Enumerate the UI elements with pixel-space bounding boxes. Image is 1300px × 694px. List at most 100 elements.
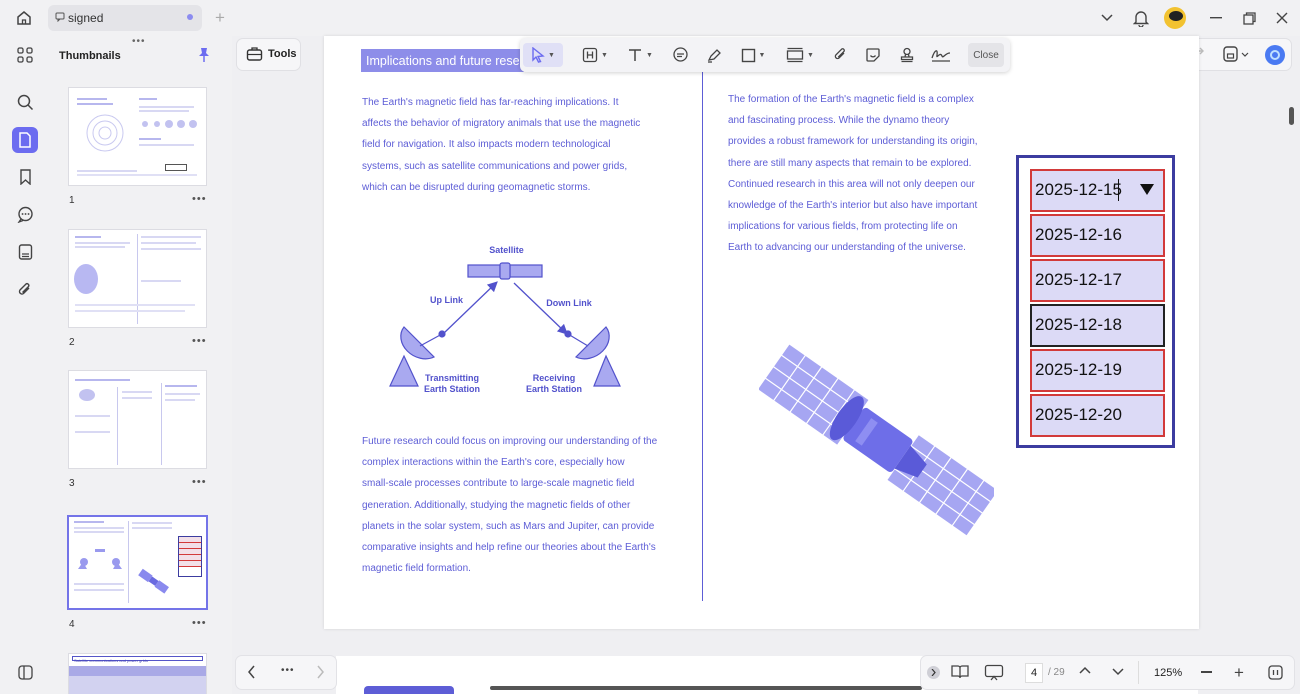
thumbnail-number: 4 [69,619,75,630]
vertical-scrollbar[interactable] [1289,107,1294,125]
comments-icon[interactable] [12,201,38,227]
thumbnail-page-1[interactable] [69,88,206,185]
tools-button[interactable]: Tools [237,39,300,70]
thumbnail-page-5[interactable]: Satellite communications and power grids [69,654,206,694]
document-tab[interactable]: signed [48,5,202,31]
horizontal-scrollbar[interactable] [490,686,922,690]
grid-icon[interactable] [12,42,38,68]
date-option[interactable]: 2025-12-17 [1030,259,1165,302]
comment-tool-icon[interactable] [668,43,692,67]
new-tab-icon[interactable]: + [210,8,230,28]
zoom-in-icon[interactable]: + [1234,664,1244,681]
thumbnail-heading: Satellite communications and power grids [74,658,148,663]
label-uplink: Up Link [430,295,463,305]
page-nav-pill: ••• [236,656,336,689]
paragraph-future-research: Future research could focus on improving… [362,436,658,575]
label-downlink: Down Link [546,298,592,308]
tab-title: signed [68,11,104,25]
heading-highlight: Implications and future rese [361,49,524,72]
dropdown-arrow-icon[interactable] [1140,184,1154,195]
thumbnails-panel: ••• Thumbnails 1 ••• 2 ••• 3 ••• 4 ••• S… [48,36,231,694]
ai-assistant-icon[interactable] [1265,45,1285,65]
thumbnail-more-icon[interactable]: ••• [192,617,207,629]
chevron-left-icon[interactable] [248,665,256,679]
thumbnail-number: 1 [69,195,75,206]
date-option[interactable]: 2025-12-16 [1030,214,1165,257]
section-heading: Implications and future rese [366,54,520,68]
date-option[interactable]: 2025-12-19 [1030,349,1165,392]
date-option[interactable]: 2025-12-18 [1030,304,1165,347]
reading-mode-icon[interactable] [951,664,969,680]
panel-title: Thumbnails [59,50,121,62]
highlighter-icon[interactable] [702,43,726,67]
fit-page-icon[interactable] [1268,665,1283,680]
form-tool-button[interactable]: ▼ [780,43,820,67]
close-toolbar-button[interactable]: Close [968,43,1004,67]
thumbnail-more-icon[interactable]: ••• [192,193,207,205]
date-option[interactable]: 2025-12-20 [1030,394,1165,437]
edit-toolbar: ▼ ▼ ▼ ▼ ▼ Close [520,38,1010,72]
date-selected-value: 2025-12-15 [1035,180,1122,199]
bell-icon[interactable] [1130,7,1152,29]
collapse-icon[interactable] [927,666,940,679]
label-receiving-station: Receiving Earth Station [525,373,582,394]
attachment-icon[interactable] [12,276,38,302]
chevron-right-icon[interactable] [316,665,324,679]
restore-icon[interactable] [1239,8,1259,28]
text-field-tool-button[interactable]: ▼ [576,43,614,67]
more-icon[interactable]: ••• [281,665,295,676]
close-window-icon[interactable] [1272,8,1292,28]
date-select-field[interactable]: 2025-12-15 [1030,169,1165,212]
date-dropdown: 2025-12-15 2025-12-16 2025-12-17 2025-12… [1016,155,1175,448]
save-icon[interactable] [1223,45,1253,65]
select-tool-button[interactable]: ▼ [523,43,563,67]
column-divider [702,41,703,601]
chevron-down-icon: ▼ [807,51,814,59]
attach-tool-icon[interactable] [828,43,852,67]
left-rail [0,36,48,694]
pin-icon[interactable] [198,47,210,63]
chevron-down-icon: ▼ [646,51,653,59]
chevron-up-icon[interactable] [1079,666,1091,674]
search-icon[interactable] [12,89,38,115]
shape-tool-button[interactable]: ▼ [734,43,772,67]
home-icon[interactable] [13,8,35,28]
chevron-down-icon: ▼ [601,51,608,59]
thumbnail-number: 2 [69,337,75,348]
zoom-out-icon[interactable] [1201,671,1212,673]
unsaved-dot-icon [187,14,193,20]
presentation-icon[interactable] [984,664,1004,681]
toolbox-icon [246,46,263,62]
text-tool-button[interactable]: ▼ [621,43,659,67]
thumbnail-more-icon[interactable]: ••• [192,335,207,347]
zoom-level[interactable]: 125% [1154,667,1182,679]
label-satellite: Satellite [489,245,524,255]
satellite-illustration-icon [759,342,994,538]
chevron-down-icon[interactable] [1112,668,1124,676]
page-thumbnails-icon[interactable] [12,127,38,153]
thumbnail-number: 3 [69,478,75,489]
sidebar-toggle-icon[interactable] [12,659,38,685]
panel-resize-handle[interactable]: ••• [132,36,146,47]
page-number-input[interactable]: 4 [1025,663,1043,683]
status-bar: 4 / 29 125% + [921,656,1294,689]
label-transmitting-station: Transmitting Earth Station [423,373,480,394]
signature-icon[interactable] [928,43,954,67]
chevron-down-icon[interactable] [1097,8,1117,28]
stamp-icon[interactable] [895,43,919,67]
page-total: / 29 [1048,667,1065,678]
thumbnail-page-2[interactable] [69,230,206,327]
form-fields-icon[interactable] [12,239,38,265]
chevron-down-icon: ▼ [548,51,555,59]
thumbnail-page-4[interactable] [69,517,206,608]
paragraph-implications: The Earth's magnetic field has far-reach… [362,97,641,193]
title-bar: signed + [0,0,1300,36]
bookmark-icon[interactable] [12,164,38,190]
thumbnail-page-3[interactable] [69,371,206,468]
tools-label: Tools [268,48,297,60]
minimize-icon[interactable] [1206,8,1226,28]
avatar[interactable] [1164,7,1186,29]
satellite-diagram-icon [467,262,543,280]
thumbnail-more-icon[interactable]: ••• [192,476,207,488]
sticker-icon[interactable] [861,43,885,67]
